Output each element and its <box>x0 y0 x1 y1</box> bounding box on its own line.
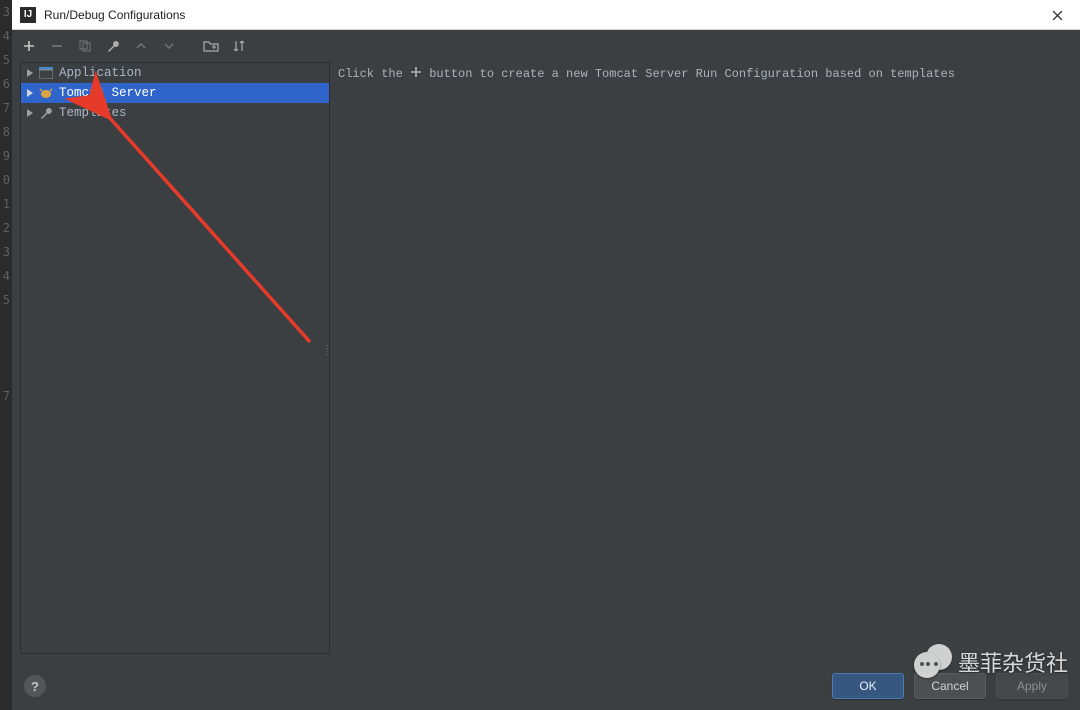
toolbar <box>12 30 1080 62</box>
hint-text-suffix: button to create a new Tomcat Server Run… <box>429 67 955 81</box>
main-area: Application Tomcat Server <box>12 62 1080 662</box>
split-drag-handle[interactable] <box>325 343 330 355</box>
run-debug-configurations-dialog: IJ Run/Debug Configurations <box>12 0 1080 710</box>
chevron-down-icon <box>163 40 175 52</box>
tree-item-label: Application <box>57 66 142 80</box>
editor-gutter: 3 4 5 6 7 8 9 0 1 2 3 4 5 7 <box>0 0 12 710</box>
watermark: 墨菲杂货社 <box>914 644 1068 680</box>
dialog-title: Run/Debug Configurations <box>44 8 185 22</box>
right-panel: Click the button to create a new Tomcat … <box>330 62 1072 654</box>
config-tree: Application Tomcat Server <box>21 63 329 123</box>
move-up-button[interactable] <box>132 37 150 55</box>
help-button[interactable]: ? <box>24 675 46 697</box>
expand-arrow-icon[interactable] <box>25 88 35 98</box>
edit-defaults-button[interactable] <box>104 37 122 55</box>
tree-item-templates[interactable]: Templates <box>21 103 329 123</box>
app-icon: IJ <box>20 7 36 23</box>
add-button[interactable] <box>20 37 38 55</box>
folder-button[interactable] <box>202 37 220 55</box>
plus-icon <box>410 66 422 78</box>
folder-icon <box>203 39 219 53</box>
watermark-text: 墨菲杂货社 <box>958 646 1068 678</box>
expand-arrow-icon[interactable] <box>25 108 35 118</box>
ok-button[interactable]: OK <box>832 673 904 699</box>
expand-arrow-icon[interactable] <box>25 68 35 78</box>
titlebar: IJ Run/Debug Configurations <box>12 0 1080 30</box>
close-icon <box>1052 10 1063 21</box>
chevron-up-icon <box>135 40 147 52</box>
sort-icon <box>232 39 246 53</box>
copy-icon <box>78 39 92 53</box>
wechat-icon <box>914 644 950 680</box>
wrench-icon <box>106 39 120 53</box>
minus-icon <box>50 39 64 53</box>
tree-item-tomcat-server[interactable]: Tomcat Server <box>21 83 329 103</box>
config-tree-panel: Application Tomcat Server <box>20 62 330 654</box>
tree-item-label: Tomcat Server <box>57 86 157 100</box>
tomcat-icon <box>39 86 53 100</box>
copy-button[interactable] <box>76 37 94 55</box>
hint-text-prefix: Click the <box>338 67 403 81</box>
remove-button[interactable] <box>48 37 66 55</box>
dialog-body: Application Tomcat Server <box>12 30 1080 710</box>
plus-icon <box>22 39 36 53</box>
tree-item-label: Templates <box>57 106 127 120</box>
move-down-button[interactable] <box>160 37 178 55</box>
wrench-icon <box>39 106 53 120</box>
tree-item-application[interactable]: Application <box>21 63 329 83</box>
close-button[interactable] <box>1034 0 1080 30</box>
application-icon <box>39 66 53 80</box>
sort-button[interactable] <box>230 37 248 55</box>
